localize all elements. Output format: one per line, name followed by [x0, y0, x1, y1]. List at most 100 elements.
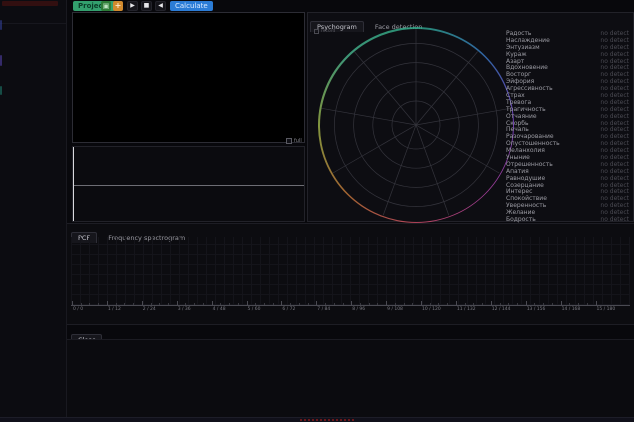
axis-tick: [561, 301, 562, 305]
checkbox-icon: [286, 138, 292, 144]
axis-minor-tick: [447, 303, 448, 305]
speaker-icon: ◀: [156, 2, 165, 10]
axis-minor-tick: [255, 303, 256, 305]
axis-minor-tick: [185, 303, 186, 305]
axis-tick: [281, 301, 282, 305]
axis-minor-tick: [465, 303, 466, 305]
axis-minor-tick: [395, 303, 396, 305]
sidebar-marker-purple: [0, 55, 2, 66]
axis-minor-tick: [473, 303, 474, 305]
axis-label: 2 / 24: [143, 307, 156, 312]
axis-minor-tick: [299, 303, 300, 305]
axis-minor-tick: [377, 303, 378, 305]
spectrogram-panel: PCF Frequency spectrogram 0 / 01 / 122 /…: [67, 223, 634, 325]
square-icon: ▣: [101, 1, 111, 11]
axis-minor-tick: [238, 303, 239, 305]
waveform-panel: [72, 146, 305, 222]
axis-tick: [386, 301, 387, 305]
axis-tick: [72, 301, 73, 305]
axis-label: 0 / 0: [73, 307, 83, 312]
sidebar-project-title: [2, 1, 58, 6]
axis-minor-tick: [168, 303, 169, 305]
status-bar: [0, 417, 634, 422]
grid-spoke: [322, 108, 417, 125]
sidebar: [0, 0, 67, 417]
speaker-button[interactable]: ◀: [155, 1, 166, 11]
axis-minor-tick: [543, 303, 544, 305]
axis-minor-tick: [412, 303, 413, 305]
axis-tick: [491, 301, 492, 305]
full-checkbox[interactable]: full: [286, 138, 302, 144]
grid-spoke: [416, 108, 511, 125]
axis-tick: [212, 301, 213, 305]
axis-minor-tick: [360, 303, 361, 305]
axis-minor-tick: [264, 303, 265, 305]
axis-minor-tick: [98, 303, 99, 305]
axis-tick: [351, 301, 352, 305]
axis-minor-tick: [159, 303, 160, 305]
axis-minor-tick: [290, 303, 291, 305]
axis-minor-tick: [151, 303, 152, 305]
axis-label: 10 / 120: [422, 307, 441, 312]
clear-panel: Clear: [67, 327, 634, 417]
waveform-midline: [74, 185, 304, 186]
axis-minor-tick: [89, 303, 90, 305]
psychogram-panel: Psychogram Face detection record Радость…: [307, 12, 634, 222]
stop-button[interactable]: ■: [141, 1, 152, 11]
axis-minor-tick: [508, 303, 509, 305]
axis-tick: [596, 301, 597, 305]
axis-minor-tick: [343, 303, 344, 305]
calculate-button[interactable]: Calculate: [170, 1, 213, 11]
axis-minor-tick: [229, 303, 230, 305]
axis-minor-tick: [334, 303, 335, 305]
toolbar: Projects ▣ + ▶ ■ ◀ Calculate: [67, 0, 634, 12]
sidebar-divider: [0, 23, 66, 24]
grid-spoke: [354, 52, 416, 126]
axis-label: 12 / 144: [492, 307, 511, 312]
axis-minor-tick: [133, 303, 134, 305]
axis-tick: [107, 301, 108, 305]
axis-minor-tick: [534, 303, 535, 305]
axis-label: 8 / 96: [352, 307, 365, 312]
axis-minor-tick: [369, 303, 370, 305]
axis-label: 4 / 48: [213, 307, 226, 312]
axis-label: 5 / 60: [248, 307, 261, 312]
axis-label: 3 / 36: [178, 307, 191, 312]
axis-minor-tick: [438, 303, 439, 305]
add-button[interactable]: +: [113, 1, 123, 11]
axis-minor-tick: [552, 303, 553, 305]
axis-tick: [526, 301, 527, 305]
play-icon: ▶: [128, 2, 137, 10]
axis-minor-tick: [517, 303, 518, 305]
grid-spoke: [416, 125, 499, 173]
sidebar-marker-teal: [0, 86, 2, 95]
emotion-list: Радостьno detectНаслаждениеno detectЭнту…: [506, 31, 632, 224]
grid-spoke: [416, 52, 478, 126]
clear-panel-body: [67, 339, 634, 418]
axis-label: 1 / 12: [108, 307, 121, 312]
axis-tick: [316, 301, 317, 305]
axis-minor-tick: [220, 303, 221, 305]
axis-minor-tick: [325, 303, 326, 305]
psychogram-grid: [318, 27, 514, 223]
play-button[interactable]: ▶: [127, 1, 138, 11]
snapshot-button[interactable]: ▣: [101, 1, 111, 11]
video-display: [72, 12, 305, 143]
grid-spoke: [383, 125, 416, 215]
axis-tick: [247, 301, 248, 305]
axis-minor-tick: [569, 303, 570, 305]
axis-minor-tick: [203, 303, 204, 305]
axis-minor-tick: [124, 303, 125, 305]
axis-tick: [177, 301, 178, 305]
status-red-ticks: [300, 419, 356, 421]
axis-minor-tick: [116, 303, 117, 305]
sidebar-marker-blue: [0, 20, 2, 30]
axis-minor-tick: [81, 303, 82, 305]
x-axis-line: [71, 305, 630, 306]
axis-tick: [456, 301, 457, 305]
grid-spoke: [416, 125, 449, 215]
axis-label: 15 / 180: [597, 307, 616, 312]
psychogram-chart: [318, 27, 514, 223]
plus-icon: +: [113, 1, 123, 10]
axis-minor-tick: [273, 303, 274, 305]
